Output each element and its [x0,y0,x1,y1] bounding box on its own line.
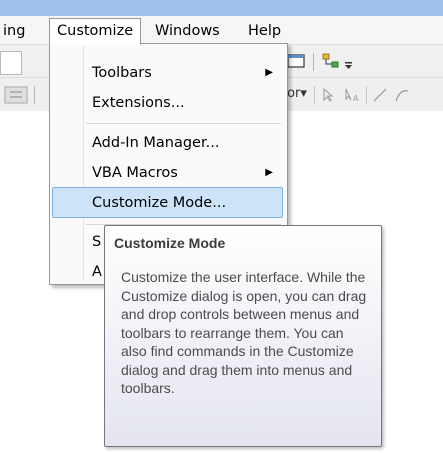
menu-separator-highlight [86,124,281,125]
line-tool-icon[interactable] [372,87,388,103]
submenu-arrow-icon: ▶ [265,67,273,78]
toolbar-overflow-icon[interactable] [344,61,354,71]
toolbar-field[interactable] [0,51,22,75]
menu-item-label: Add-In Manager... [92,135,220,151]
menu-customize[interactable]: Customize [49,18,142,45]
menu-item-label: S [92,234,102,250]
menu-item-vba-macros[interactable]: VBA Macros ▶ [52,158,283,188]
toolbar-separator [34,86,35,104]
menu-item-customize-mode[interactable]: Customize Mode... [52,187,283,218]
menu-item-label: VBA Macros [92,165,178,181]
edit-tool-icon[interactable] [321,87,335,103]
menu-item-add-in-manager[interactable]: Add-In Manager... [52,128,283,158]
toolbar-separator [313,53,314,71]
menu-help[interactable]: Help [242,19,287,43]
menu-windows[interactable]: Windows [149,19,226,43]
menu-item-label: Extensions... [92,95,185,111]
submenu-arrow-icon: ▶ [265,167,273,178]
model-builder-icon[interactable] [322,52,340,70]
menu-bar: ing Customize Windows Help [0,16,443,45]
tooltip-body: Customize the user interface. While the … [121,269,367,396]
toolbar-separator [366,86,367,104]
grid-tool-icon[interactable] [4,86,28,104]
customize-mode-tooltip: Customize Mode Customize the user interf… [104,225,382,447]
menu-item-extensions[interactable]: Extensions... [52,88,283,118]
window-titlebar [0,0,443,16]
menu-item-label: A [92,264,102,280]
svg-text:A: A [353,94,359,103]
menu-item-toolbars[interactable]: Toolbars ▶ [52,58,283,88]
curve-tool-icon[interactable] [394,87,410,103]
tooltip-title: Customize Mode [114,235,226,251]
menu-item-label: Customize Mode... [92,195,227,211]
toolbar-separator [314,86,315,104]
annotation-tool-icon[interactable]: A [343,87,361,103]
menu-editing[interactable]: ing [0,19,31,43]
window-icon[interactable] [287,54,305,68]
menu-item-label: Toolbars [92,65,152,81]
